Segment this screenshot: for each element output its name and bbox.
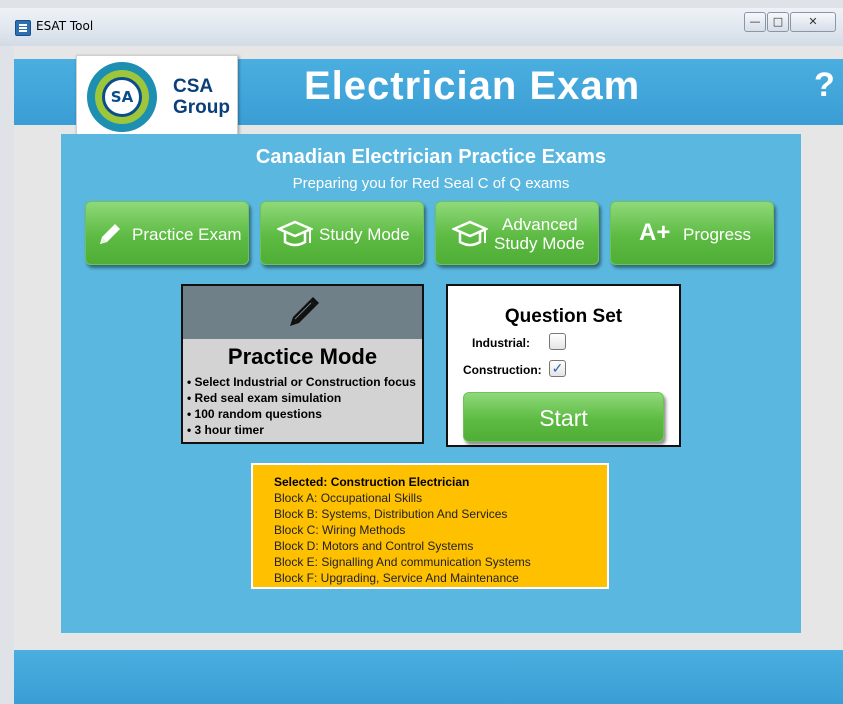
maximize-button[interactable]: □ [767, 12, 789, 32]
block-item: Block C: Wiring Methods [274, 523, 406, 537]
list-item: • Red seal exam simulation [187, 391, 342, 405]
main-content: SA CSA Group Electrician Exam ? Canadian… [14, 46, 843, 704]
header-bar: SA CSA Group Electrician Exam ? [14, 55, 843, 139]
logo-text: CSA Group [173, 76, 230, 118]
title-bar[interactable]: ESAT Tool — □ ✕ [0, 8, 843, 46]
block-item: Block D: Motors and Control Systems [274, 539, 474, 553]
block-item: Block A: Occupational Skills [274, 491, 423, 505]
start-button[interactable]: Start [463, 392, 664, 442]
panel-title: Canadian Electrician Practice Exams [255, 146, 607, 168]
block-item: Block B: Systems, Distribution And Servi… [274, 507, 508, 521]
panel-subtitle: Preparing you for Red Seal C of Q exams [292, 175, 570, 192]
csa-logo-emblem: SA [87, 62, 157, 132]
selection-heading: Selected: Construction Electrician [274, 475, 470, 489]
question-set-title: Question Set [504, 306, 623, 327]
pencil-icon [290, 297, 319, 326]
help-button[interactable]: ? [814, 66, 835, 105]
main-panel: Canadian Electrician Practice Exams Prep… [61, 134, 801, 633]
mode-card-header [183, 286, 422, 339]
practice-mode-card: Practice Mode • Select Industrial or Con… [181, 284, 424, 444]
checkmark-icon: ✓ [551, 360, 564, 376]
graduation-cap-icon [277, 220, 313, 247]
logo-line1: CSA [173, 76, 214, 97]
minimize-button[interactable]: — [744, 12, 766, 32]
construction-checkbox[interactable]: ✓ [549, 360, 566, 377]
practice-exam-button[interactable]: Practice Exam [85, 201, 249, 265]
mode-feature-list: • Select Industrial or Construction focu… [187, 374, 416, 438]
logo-line2: Group [173, 97, 230, 118]
list-item: • 3 hour timer [187, 423, 264, 437]
construction-label: Construction: [463, 363, 542, 377]
mode-name: Practice Mode [227, 344, 378, 369]
industrial-checkbox[interactable] [549, 333, 566, 350]
question-set-panel: Question Set Industrial: Construction: ✓… [446, 284, 681, 447]
app-window: ESAT Tool — □ ✕ SA CSA Group Electrician… [0, 0, 843, 704]
app-icon [15, 20, 31, 36]
app-title: Electrician Exam [304, 64, 641, 108]
list-item: • Select Industrial or Construction focu… [187, 375, 416, 389]
block-item: Block F: Upgrading, Service And Maintena… [274, 571, 519, 585]
progress-label: Progress [683, 225, 752, 244]
advanced-study-mode-button[interactable]: Advanced Study Mode [435, 201, 599, 265]
csa-logo-mark: SA [102, 77, 142, 117]
industrial-label: Industrial: [472, 336, 531, 350]
list-item: • 100 random questions [187, 407, 322, 421]
advanced-label-line1: Advanced [502, 215, 578, 234]
footer-bar [14, 650, 843, 704]
study-mode-button[interactable]: Study Mode [260, 201, 424, 265]
study-mode-label: Study Mode [319, 225, 410, 244]
block-item: Block E: Signalling And communication Sy… [274, 555, 531, 569]
a-plus-icon: A+ [639, 219, 671, 246]
selection-info-box: Selected: Construction Electrician Block… [251, 463, 609, 589]
window-title: ESAT Tool [36, 19, 94, 33]
graduation-cap-icon [452, 220, 488, 247]
progress-button[interactable]: A+ Progress [610, 201, 774, 265]
pencil-icon [100, 224, 120, 244]
advanced-label-line2: Study Mode [494, 234, 585, 253]
practice-exam-label: Practice Exam [132, 225, 242, 244]
csa-group-logo: SA CSA Group [76, 55, 238, 139]
close-button[interactable]: ✕ [790, 12, 836, 32]
